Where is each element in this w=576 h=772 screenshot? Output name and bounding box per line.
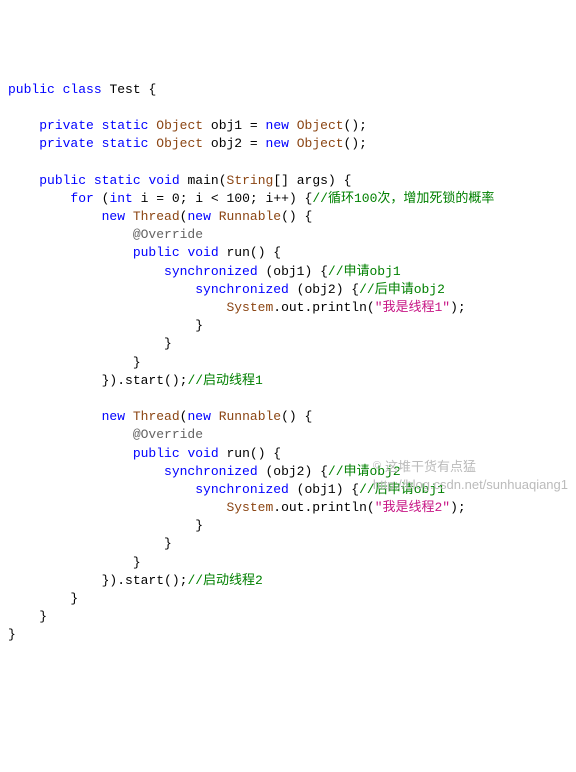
kw-synchronized: synchronized — [164, 464, 258, 479]
id-main: main — [188, 173, 219, 188]
kw-class: class — [63, 82, 102, 97]
id-out: out — [281, 300, 304, 315]
kw-int: int — [109, 191, 132, 206]
num-zero: 0 — [172, 191, 180, 206]
code-block: public class Test { private static Objec… — [8, 81, 568, 645]
kw-public: public — [133, 446, 180, 461]
id-obj2: obj2 — [304, 282, 335, 297]
kw-new: new — [102, 209, 125, 224]
kw-synchronized: synchronized — [195, 282, 289, 297]
comment-start-thread2: //启动线程2 — [187, 573, 262, 588]
id-obj1: obj1 — [273, 264, 304, 279]
type-system: System — [226, 500, 273, 515]
kw-void: void — [187, 245, 218, 260]
type-object: Object — [156, 136, 203, 151]
id-start: start — [125, 373, 164, 388]
id-run: run — [226, 245, 249, 260]
type-thread: Thread — [133, 409, 180, 424]
type-runnable: Runnable — [219, 209, 281, 224]
id-i: i — [266, 191, 274, 206]
kw-new: new — [266, 118, 289, 133]
id-i: i — [195, 191, 203, 206]
kw-new: new — [187, 209, 210, 224]
id-test: Test — [109, 82, 140, 97]
kw-static: static — [102, 136, 149, 151]
id-println: println — [312, 500, 367, 515]
type-object: Object — [297, 118, 344, 133]
id-obj2: obj2 — [273, 464, 304, 479]
watermark-url: http://blog.csdn.net/sunhuaqiang1 — [373, 477, 568, 492]
comment-apply-obj1: //申请obj1 — [328, 264, 401, 279]
id-args: args — [297, 173, 328, 188]
kw-synchronized: synchronized — [195, 482, 289, 497]
watermark-badge-icon: © — [373, 459, 381, 474]
annotation-override: @Override — [133, 227, 203, 242]
id-println: println — [312, 300, 367, 315]
kw-private: private — [39, 118, 94, 133]
string-thread2: "我是线程2" — [375, 500, 450, 515]
watermark-tag: 这堆干货有点猛 — [385, 459, 476, 474]
id-out: out — [281, 500, 304, 515]
kw-new: new — [266, 136, 289, 151]
string-thread1: "我是线程1" — [375, 300, 450, 315]
comment-loop: //循环100次，增加死锁的概率 — [312, 191, 494, 206]
type-system: System — [226, 300, 273, 315]
kw-static: static — [102, 118, 149, 133]
kw-public: public — [133, 245, 180, 260]
kw-public: public — [8, 82, 55, 97]
kw-static: static — [94, 173, 141, 188]
num-hundred: 100 — [227, 191, 250, 206]
type-object: Object — [156, 118, 203, 133]
kw-void: void — [148, 173, 179, 188]
id-i: i — [141, 191, 149, 206]
annotation-override: @Override — [133, 427, 203, 442]
kw-for: for — [70, 191, 93, 206]
comment-start-thread1: //启动线程1 — [187, 373, 262, 388]
kw-synchronized: synchronized — [164, 264, 258, 279]
kw-void: void — [187, 446, 218, 461]
id-obj2: obj2 — [211, 136, 242, 151]
watermark: © 这堆干货有点猛 http://blog.csdn.net/sunhuaqiang… — [373, 458, 568, 494]
type-string: String — [227, 173, 274, 188]
id-obj1: obj1 — [211, 118, 242, 133]
id-run: run — [226, 446, 249, 461]
type-thread: Thread — [133, 209, 180, 224]
kw-private: private — [39, 136, 94, 151]
comment-then-apply-obj2: //后申请obj2 — [359, 282, 445, 297]
type-object: Object — [297, 136, 344, 151]
type-runnable: Runnable — [219, 409, 281, 424]
kw-public: public — [39, 173, 86, 188]
id-start: start — [125, 573, 164, 588]
id-obj1: obj1 — [304, 482, 335, 497]
kw-new: new — [187, 409, 210, 424]
kw-new: new — [102, 409, 125, 424]
